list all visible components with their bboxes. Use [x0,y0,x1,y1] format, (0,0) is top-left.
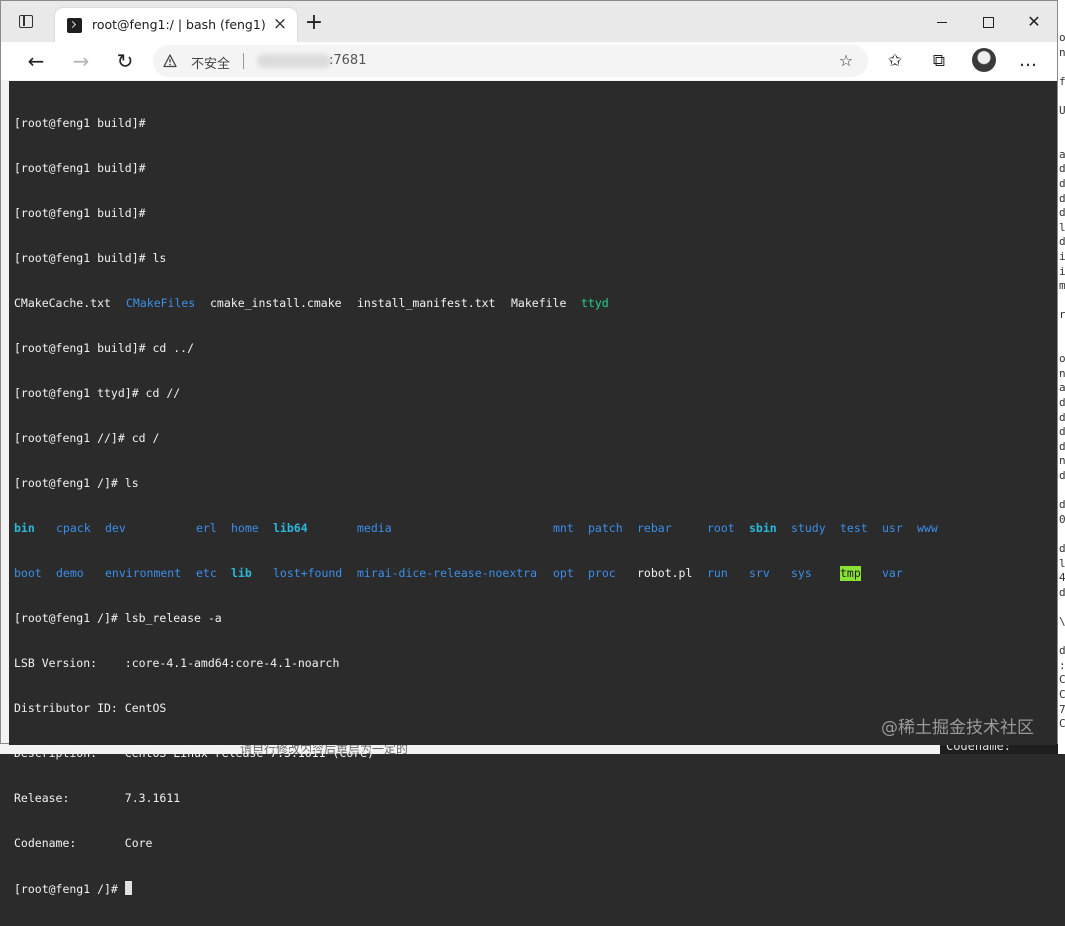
background-char: d [1059,585,1065,599]
favorites-icon[interactable]: ✩ [884,50,906,72]
background-terminal-strip: Codename: [940,744,1058,754]
toolbar: ← → ↻ 不安全 :7681 ☆ ✩ ⧉ … [1,42,1057,80]
tab-bar: root@feng1:/ | bash (feng1) × + ✕ [1,1,1057,42]
background-char: l [1059,220,1065,234]
background-char: d [1059,498,1065,512]
terminal-scrollbar[interactable] [1041,81,1057,745]
terminal-ls-build: CMakeCache.txt CMakeFiles cmake_install.… [14,296,609,310]
watermark: @稀土掘金技术社区 [881,718,1034,738]
background-char: o [1059,31,1065,44]
collections-icon[interactable]: ⧉ [928,50,950,72]
terminal-line: Codename: Core [14,836,153,850]
background-char: C [1059,717,1065,731]
terminal-line: [root@feng1 /]# ls [14,476,139,490]
terminal-prompt-line: [root@feng1 /]# [14,881,132,896]
maximize-icon[interactable] [973,11,1003,33]
warning-icon[interactable] [163,54,177,68]
refresh-icon[interactable]: ↻ [113,49,137,73]
background-char: d [1059,396,1065,409]
terminal-line: [root@feng1 build]# [14,206,146,220]
background-char: d [1059,542,1065,555]
terminal-line: [root@feng1 build]# [14,116,146,130]
background-char: 7 [1059,702,1065,716]
new-tab-icon[interactable]: + [303,12,325,35]
forward-icon[interactable]: → [69,49,93,73]
background-char: U [1059,104,1065,117]
blurred-host [257,54,331,68]
background-char: i [1059,250,1065,263]
more-icon[interactable]: … [1019,50,1037,72]
background-char: o [1059,352,1065,366]
background-char: n [1059,454,1065,468]
background-char: d [1059,469,1065,482]
insecure-label[interactable]: 不安全 [191,53,230,72]
add-favorite-icon[interactable]: ☆ [837,52,855,70]
background-char: d [1059,162,1065,176]
url-port: :7681 [329,53,367,68]
terminal-line: [root@feng1 build]# [14,161,146,175]
minimize-icon[interactable] [927,11,957,33]
terminal-ls-root-row1: bin cpack dev erl home lib64 media mnt p… [14,521,938,535]
background-char: d [1059,439,1065,453]
background-char: 4 [1059,571,1065,585]
background-char: \ [1059,615,1065,628]
background-char: a [1059,381,1065,395]
background-char: n [1059,45,1065,59]
background-char: r [1059,308,1065,322]
background-char: d [1059,206,1065,220]
terminal-line: [root@feng1 /]# lsb_release -a [14,611,222,625]
background-char: n [1059,366,1065,380]
background-char: 0 [1059,512,1065,526]
background-char: l [1059,556,1065,570]
tab-close-icon[interactable]: × [271,15,289,33]
background-char: f [1059,74,1065,88]
terminal-line: [root@feng1 build]# ls [14,251,167,265]
terminal-line: Release: 7.3.1611 [14,791,181,805]
terminal-line: Distributor ID: CentOS [14,701,167,715]
terminal-line: [root@feng1 build]# cd ../ [14,341,195,355]
browser-window: root@feng1:/ | bash (feng1) × + ✕ ← → ↻ … [0,0,1058,896]
terminal-cursor [124,881,132,895]
tab-bash[interactable]: root@feng1:/ | bash (feng1) × [55,8,297,42]
terminal-line: LSB Version: :core-4.1-amd64:core-4.1-no… [14,656,340,670]
address-bar[interactable]: 不安全 :7681 ☆ [153,45,868,77]
background-char: : [1059,658,1065,672]
background-char: d [1059,644,1065,658]
tab-title: root@feng1:/ | bash (feng1) [92,17,266,32]
tab-actions-icon[interactable] [19,15,33,28]
terminal-favicon-icon [67,18,82,33]
terminal-ls-root-row2: boot demo environment etc lib lost+found… [14,566,903,581]
terminal-line: [root@feng1 //]# cd / [14,431,160,445]
background-char: m [1059,279,1065,293]
background-char: d [1059,410,1065,424]
back-icon[interactable]: ← [24,49,48,73]
address-separator [243,53,244,69]
background-char: d [1059,177,1065,190]
background-char: C [1059,688,1065,701]
background-char: C [1059,673,1065,687]
terminal-output: [root@feng1 build]# [root@feng1 build]# … [14,86,938,926]
terminal[interactable]: [root@feng1 build]# [root@feng1 build]# … [9,81,1041,896]
background-char: d [1059,425,1065,439]
terminal-line: [root@feng1 ttyd]# cd // [14,386,181,400]
background-char: d [1059,191,1065,205]
background-window-right: o n f Ua d d d d l d i i m r o n a d d d d n d d 0 d l 4 d \ d: C C 7 C [1058,0,1065,754]
background-char: a [1059,147,1065,161]
profile-avatar[interactable] [972,48,996,72]
window-close-icon[interactable]: ✕ [1019,11,1049,33]
background-char: i [1059,264,1065,278]
background-char: d [1059,235,1065,249]
